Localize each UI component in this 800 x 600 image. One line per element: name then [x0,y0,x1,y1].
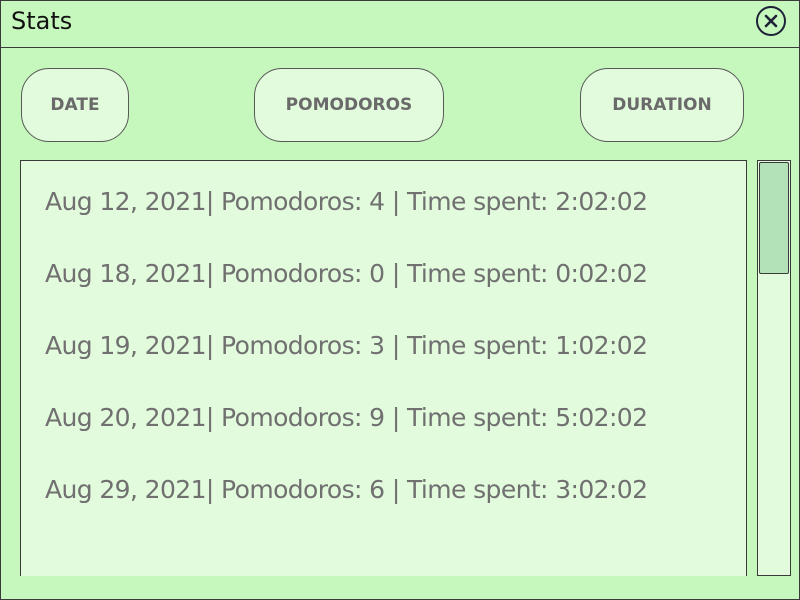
title-bar: Stats [1,1,799,48]
stats-window: Stats DATE POMODOROS DURATION Aug 12, 20… [0,0,800,600]
close-button[interactable] [756,6,786,36]
list-item[interactable]: Aug 12, 2021| Pomodoros: 4 | Time spent:… [45,187,648,216]
sort-by-duration-button[interactable]: DURATION [580,68,744,142]
list-item[interactable]: Aug 20, 2021| Pomodoros: 9 | Time spent:… [45,403,648,432]
vertical-scrollbar[interactable] [757,160,791,576]
window-title: Stats [11,7,73,35]
list-item[interactable]: Aug 19, 2021| Pomodoros: 3 | Time spent:… [45,331,648,360]
window-bottom-strip [1,576,799,599]
stats-list[interactable]: Aug 12, 2021| Pomodoros: 4 | Time spent:… [20,160,747,580]
sort-by-pomodoros-button[interactable]: POMODOROS [254,68,444,142]
scrollbar-thumb[interactable] [759,162,789,274]
list-item[interactable]: Aug 18, 2021| Pomodoros: 0 | Time spent:… [45,259,648,288]
close-icon [764,14,778,28]
sort-by-date-button[interactable]: DATE [21,68,129,142]
list-item[interactable]: Aug 29, 2021| Pomodoros: 6 | Time spent:… [45,475,648,504]
